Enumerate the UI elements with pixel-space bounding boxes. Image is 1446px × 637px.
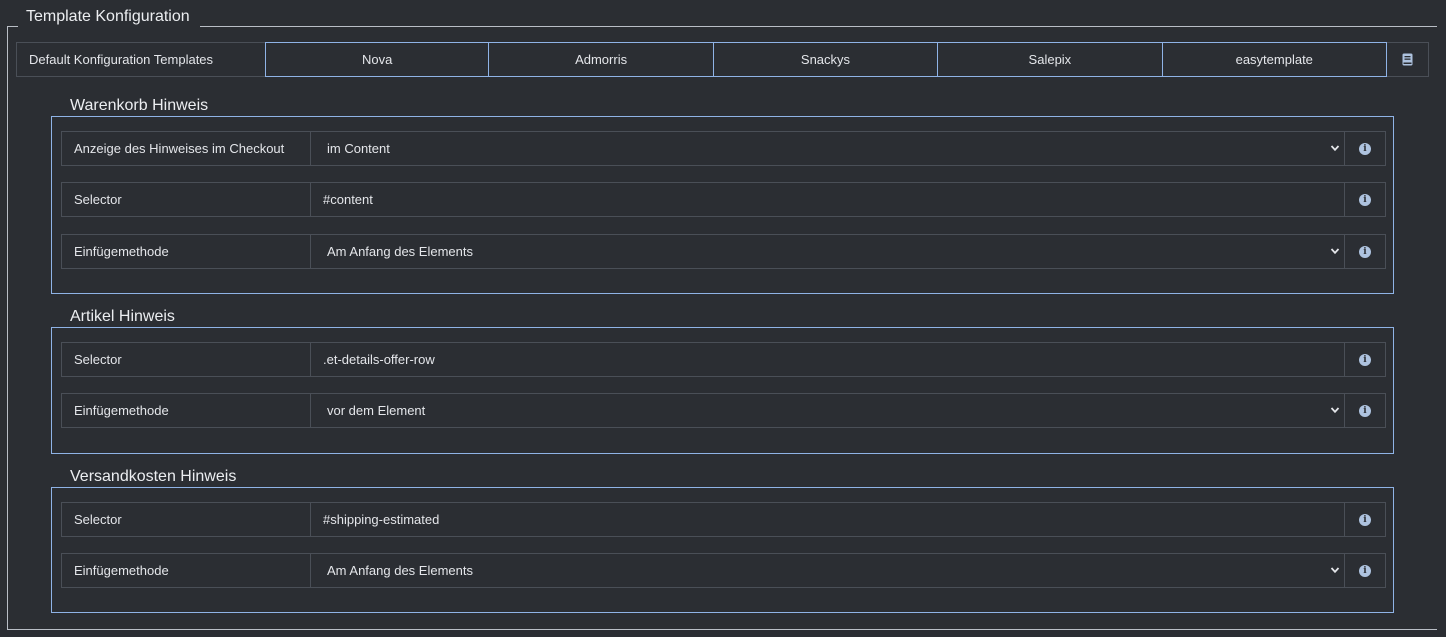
select-value: vor dem Element (327, 403, 426, 418)
chevron-down-icon (1330, 407, 1340, 414)
template-button-snackys[interactable]: Snackys (713, 42, 939, 77)
template-button-admorris[interactable]: Admorris (489, 42, 714, 77)
info-button[interactable]: i (1344, 132, 1385, 165)
template-selector-label: Default Konfiguration Templates (16, 42, 265, 77)
section-title-versandkosten: Versandkosten Hinweis (62, 467, 247, 487)
info-button[interactable]: i (1344, 183, 1385, 216)
selector-input[interactable]: .et-details-offer-row (311, 343, 1344, 376)
info-button[interactable]: i (1344, 394, 1385, 427)
insert-method-select[interactable]: vor dem Element (311, 394, 1344, 427)
book-icon[interactable] (1386, 42, 1429, 77)
info-icon: i (1359, 142, 1371, 155)
info-icon: i (1359, 193, 1371, 206)
info-button[interactable]: i (1344, 235, 1385, 268)
info-icon: i (1359, 404, 1371, 417)
template-button-easytemplate[interactable]: easytemplate (1162, 42, 1387, 77)
row-label: Einfügemethode (62, 554, 311, 587)
info-button[interactable]: i (1344, 343, 1385, 376)
row-selector: Selector .et-details-offer-row i (61, 342, 1386, 377)
select-value: Am Anfang des Elements (327, 244, 473, 259)
select-value: im Content (327, 141, 390, 156)
chevron-down-icon (1330, 145, 1340, 152)
section-title-warenkorb: Warenkorb Hinweis (62, 96, 219, 116)
insert-method-select[interactable]: Am Anfang des Elements (311, 554, 1344, 587)
template-selector-bar: Default Konfiguration Templates Nova Adm… (16, 42, 1429, 77)
row-selector: Selector #content i (61, 182, 1386, 217)
row-label: Einfügemethode (62, 235, 311, 268)
section-warenkorb-hinweis: Anzeige des Hinweises im Checkout im Con… (51, 116, 1394, 294)
selector-input[interactable]: #shipping-estimated (311, 503, 1344, 536)
checkout-display-select[interactable]: im Content (311, 132, 1344, 165)
info-icon: i (1359, 564, 1371, 577)
template-button-salepix[interactable]: Salepix (938, 42, 1163, 77)
info-icon: i (1359, 353, 1371, 366)
row-label: Anzeige des Hinweises im Checkout (62, 132, 311, 165)
row-label: Selector (62, 183, 311, 216)
template-button-nova[interactable]: Nova (265, 42, 490, 77)
row-label: Selector (62, 503, 311, 536)
info-button[interactable]: i (1344, 554, 1385, 587)
info-button[interactable]: i (1344, 503, 1385, 536)
info-icon: i (1359, 513, 1371, 526)
section-artikel-hinweis: Selector .et-details-offer-row i Einfüge… (51, 327, 1394, 454)
row-insert-method: Einfügemethode vor dem Element i (61, 393, 1386, 428)
row-checkout-display: Anzeige des Hinweises im Checkout im Con… (61, 131, 1386, 166)
row-insert-method: Einfügemethode Am Anfang des Elements i (61, 553, 1386, 588)
row-label: Selector (62, 343, 311, 376)
page-title: Template Konfiguration (18, 7, 200, 27)
info-icon: i (1359, 245, 1371, 258)
section-versandkosten-hinweis: Selector #shipping-estimated i Einfügeme… (51, 487, 1394, 613)
insert-method-select[interactable]: Am Anfang des Elements (311, 235, 1344, 268)
select-value: Am Anfang des Elements (327, 563, 473, 578)
row-selector: Selector #shipping-estimated i (61, 502, 1386, 537)
chevron-down-icon (1330, 248, 1340, 255)
selector-input[interactable]: #content (311, 183, 1344, 216)
section-title-artikel: Artikel Hinweis (62, 307, 185, 327)
chevron-down-icon (1330, 567, 1340, 574)
row-label: Einfügemethode (62, 394, 311, 427)
row-insert-method: Einfügemethode Am Anfang des Elements i (61, 234, 1386, 269)
